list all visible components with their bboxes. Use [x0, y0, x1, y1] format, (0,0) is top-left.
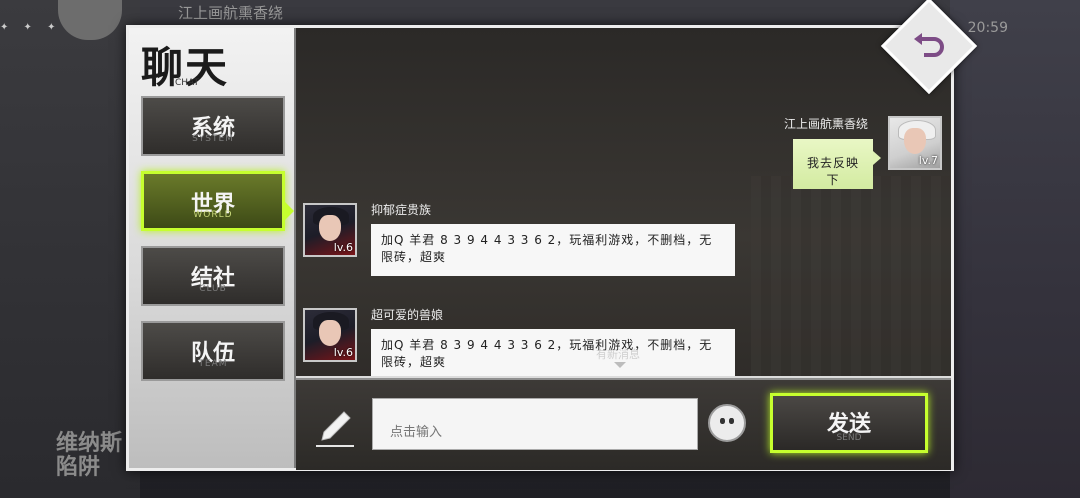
- avatar-level: lv.6: [333, 346, 353, 359]
- tab-sub: WORLD: [193, 210, 233, 220]
- chat-input[interactable]: [372, 398, 698, 450]
- tab-sub: TEAM: [198, 359, 228, 369]
- new-message-hint[interactable]: 有新消息: [596, 346, 640, 362]
- message-bubble: 加Q 羊君 8 3 9 4 4 3 3 6 2，玩福利游戏，不删档，无限砖，超爽: [371, 329, 735, 376]
- chat-message-list[interactable]: 江上画航熏香绕 lv.7 我去反映下 lv.6 抑郁症贵族 加Q 羊君 8 3 …: [296, 28, 951, 376]
- background-sparkles: ✦ ✦ ✦: [0, 22, 62, 33]
- message-sender: 抑郁症贵族: [371, 203, 432, 217]
- chevron-down-icon: [614, 362, 626, 368]
- back-arrow-icon: [914, 33, 944, 57]
- message-sender: 江上画航熏香绕: [784, 117, 869, 131]
- message-bubble: 我去反映下: [793, 139, 881, 189]
- emoji-icon[interactable]: [708, 404, 746, 442]
- chat-sidebar: 聊天 CHAT 系统 SYSTEM 世界 WORLD 结社 CLUB 队伍 TE…: [129, 28, 296, 468]
- message-bubble: 加Q 羊君 8 3 9 4 4 3 3 6 2，玩福利游戏，不删档，无限砖，超爽: [371, 224, 735, 276]
- tab-team[interactable]: 队伍 TEAM: [141, 321, 285, 381]
- background-bottom-banner: 维纳斯 陷阱: [56, 431, 123, 480]
- active-tab-indicator: [284, 201, 294, 221]
- pen-icon: [316, 411, 354, 447]
- background-clock: 20:59: [967, 20, 1008, 36]
- avatar-level: lv.6: [333, 241, 353, 254]
- avatar-face: [319, 215, 341, 241]
- avatar[interactable]: lv.7: [888, 116, 942, 170]
- avatar-face: [319, 320, 341, 346]
- tab-system[interactable]: 系统 SYSTEM: [141, 96, 285, 156]
- chat-background-art: [751, 176, 951, 376]
- background-left-menu: [0, 0, 140, 498]
- chat-panel: 聊天 CHAT 系统 SYSTEM 世界 WORLD 结社 CLUB 队伍 TE…: [126, 25, 954, 471]
- tab-club[interactable]: 结社 CLUB: [141, 246, 285, 306]
- avatar-face: [904, 128, 926, 154]
- tab-world[interactable]: 世界 WORLD: [141, 171, 285, 231]
- avatar[interactable]: lv.6: [303, 203, 357, 257]
- background-right-scene: [950, 0, 1080, 498]
- panel-title-sub: CHAT: [175, 78, 200, 88]
- avatar[interactable]: lv.6: [303, 308, 357, 362]
- send-button-sub: SEND: [836, 433, 862, 443]
- tab-sub: CLUB: [199, 284, 227, 294]
- message-sender: 超可爱的兽娘: [371, 308, 444, 322]
- send-button[interactable]: 发送 SEND: [770, 393, 928, 453]
- tab-sub: SYSTEM: [192, 134, 234, 144]
- avatar-level: lv.7: [918, 154, 938, 167]
- background-player-name: 江上画航熏香绕: [178, 4, 284, 22]
- input-bar: 发送 SEND: [296, 378, 951, 470]
